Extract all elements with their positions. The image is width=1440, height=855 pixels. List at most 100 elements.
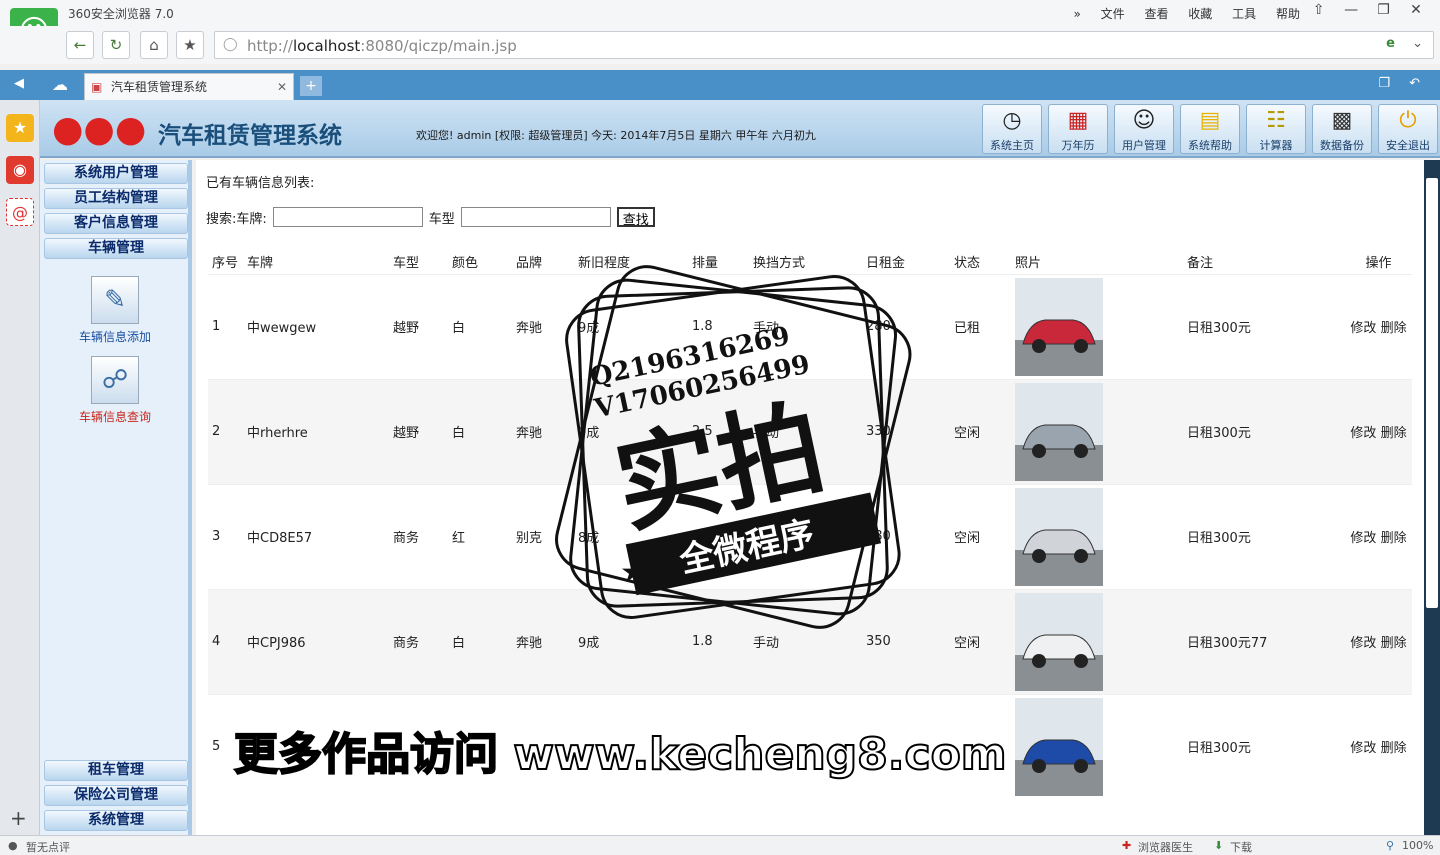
mail-icon[interactable]: @ <box>6 198 34 226</box>
scrollbar-thumb[interactable] <box>1426 178 1438 608</box>
skin-icon[interactable]: ⇧ <box>1305 2 1333 18</box>
edit-link[interactable]: 修改 <box>1350 636 1376 651</box>
menu-favorites[interactable]: 收藏 <box>1188 7 1212 21</box>
car-photo[interactable] <box>1015 382 1103 481</box>
search-button[interactable]: 查找 <box>616 207 655 227</box>
cell-cond: 9成 <box>574 273 688 379</box>
tab-list-icon[interactable]: ❐ <box>1378 76 1390 91</box>
cell-color: 白 <box>448 588 512 694</box>
calculator-button[interactable]: ☷ 计算器 <box>1246 104 1306 154</box>
car-photo[interactable] <box>1015 697 1103 796</box>
edit-link[interactable]: 修改 <box>1350 741 1376 756</box>
calendar-icon: ▦ <box>1067 108 1089 133</box>
menu-more-icon[interactable]: » <box>1073 7 1080 21</box>
sidebar-item-system-users[interactable]: 系统用户管理 <box>44 163 188 184</box>
back-icon[interactable]: ← <box>66 31 94 59</box>
sidebar-item-customers[interactable]: 客户信息管理 <box>44 213 188 234</box>
vehicle-add-link[interactable]: ✎ 车辆信息添加 <box>60 276 170 345</box>
undo-close-icon[interactable]: ↶ <box>1409 76 1420 91</box>
title-bar: ☺ 360安全浏览器 7.0 » 文件 查看 收藏 工具 帮助 ⇧ — ❐ ✕ <box>0 0 1440 56</box>
sidebar-item-insurance[interactable]: 保险公司管理 <box>44 785 188 806</box>
car-photo[interactable] <box>1015 592 1103 691</box>
chevron-down-icon[interactable]: ⌄ <box>1412 36 1423 51</box>
logout-button[interactable]: ⏻ 安全退出 <box>1378 104 1438 154</box>
system-help-button[interactable]: ▤ 系统帮助 <box>1180 104 1240 154</box>
shield-icon: ◯ <box>223 37 238 52</box>
sidebar-toggle-icon[interactable]: ◀ <box>14 76 24 91</box>
menu-view[interactable]: 查看 <box>1144 7 1168 21</box>
home-page-button[interactable]: ◷ 系统主页 <box>982 104 1042 154</box>
address-bar[interactable]: ◯ http://localhost:8080/qiczp/main.jsp e… <box>214 31 1434 59</box>
calendar-button[interactable]: ▦ 万年历 <box>1048 104 1108 154</box>
column-header: 照片 <box>1011 250 1183 274</box>
tab-close-icon[interactable]: ✕ <box>277 74 287 100</box>
vehicle-query-link[interactable]: ☍ 车辆信息查询 <box>60 356 170 425</box>
sidebar-item-system[interactable]: 系统管理 <box>44 810 188 831</box>
doctor-icon: ✚ <box>1122 839 1132 852</box>
minimize-icon[interactable]: — <box>1337 2 1365 18</box>
cell-cond: 9成 <box>574 378 688 484</box>
user-icon: ☺ <box>1132 108 1156 133</box>
cell-note: 日租300元 <box>1183 483 1341 589</box>
tab-car-rental[interactable]: ▣ 汽车租赁管理系统 ✕ <box>84 73 294 100</box>
home-icon[interactable]: ⌂ <box>140 31 168 59</box>
sidebar-item-vehicles[interactable]: 车辆管理 <box>44 238 188 259</box>
menu-tools[interactable]: 工具 <box>1232 7 1256 21</box>
column-header: 换挡方式 <box>749 250 862 274</box>
cell-photo <box>1011 693 1183 799</box>
add-sidebar-icon[interactable]: + <box>10 806 27 830</box>
menu-help[interactable]: 帮助 <box>1276 7 1300 21</box>
browser-doctor-link[interactable]: 浏览器医生 <box>1138 839 1193 855</box>
cell-note: 日租300元77 <box>1183 588 1341 694</box>
refresh-icon[interactable]: ↻ <box>102 31 130 59</box>
cell-rent <box>862 693 950 799</box>
cloud-icon[interactable]: ☁ <box>52 75 68 94</box>
ie-mode-icon[interactable]: e <box>1386 36 1395 51</box>
edit-link[interactable]: 修改 <box>1350 426 1376 441</box>
plate-search-input[interactable] <box>272 207 423 227</box>
delete-link[interactable]: 删除 <box>1381 741 1407 756</box>
browser-title: 360安全浏览器 7.0 <box>68 7 174 21</box>
column-header: 状态 <box>950 250 1011 274</box>
cell-rent: 280 <box>862 273 950 379</box>
cell-status: 空闲 <box>950 378 1011 484</box>
clock-icon: ◷ <box>1002 108 1022 133</box>
new-tab-icon[interactable]: + <box>300 76 322 96</box>
user-management-button[interactable]: ☺ 用户管理 <box>1114 104 1174 154</box>
cell-status: 已租 <box>950 273 1011 379</box>
weibo-icon[interactable]: ◉ <box>6 156 34 184</box>
edit-link[interactable]: 修改 <box>1350 321 1376 336</box>
menu-file[interactable]: 文件 <box>1101 7 1125 21</box>
cell-plate: 中rherhre <box>243 378 389 484</box>
page-favicon-icon: ▣ <box>91 80 103 94</box>
cell-brand: 奔驰 <box>512 273 574 379</box>
restore-icon[interactable]: ❐ <box>1370 2 1398 18</box>
delete-link[interactable]: 删除 <box>1381 531 1407 546</box>
car-photo[interactable] <box>1015 487 1103 586</box>
favorites-star-icon[interactable]: ★ <box>6 114 34 142</box>
type-search-input[interactable] <box>460 207 611 227</box>
delete-link[interactable]: 删除 <box>1381 426 1407 441</box>
cell-rent: 330 <box>862 378 950 484</box>
zoom-level[interactable]: 100% <box>1402 839 1433 852</box>
delete-link[interactable]: 删除 <box>1381 636 1407 651</box>
column-header: 品牌 <box>512 250 574 274</box>
cell-plate: 中CD8E57 <box>243 483 389 589</box>
download-link[interactable]: 下载 <box>1230 839 1252 855</box>
edit-link[interactable]: 修改 <box>1350 531 1376 546</box>
delete-link[interactable]: 删除 <box>1381 321 1407 336</box>
sidebar-item-rentals[interactable]: 租车管理 <box>44 760 188 781</box>
column-header: 排量 <box>688 250 749 274</box>
vertical-scrollbar[interactable] <box>1424 160 1440 835</box>
cell-gear: 手动 <box>749 273 862 379</box>
car-photo[interactable] <box>1015 277 1103 376</box>
cell-no: 1 <box>208 273 243 379</box>
cell-disp: 2.5 <box>688 378 749 484</box>
list-title: 已有车辆信息列表: <box>206 176 315 191</box>
close-icon[interactable]: ✕ <box>1402 2 1430 18</box>
sidebar-item-staff[interactable]: 员工结构管理 <box>44 188 188 209</box>
data-backup-button[interactable]: ▩ 数据备份 <box>1312 104 1372 154</box>
cell-no: 5 <box>208 693 243 799</box>
cell-brand <box>512 693 574 799</box>
star-icon[interactable]: ★ <box>176 31 204 59</box>
